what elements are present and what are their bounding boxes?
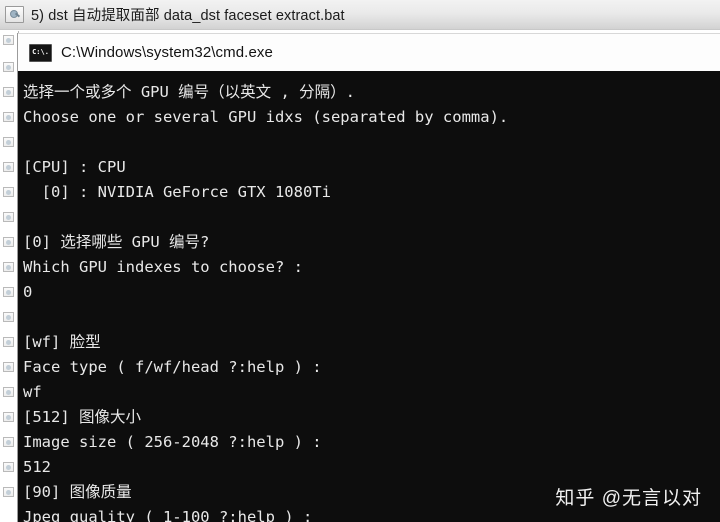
console-line: [0] 选择哪些 GPU 编号?	[23, 233, 210, 251]
file-item-icon	[3, 212, 14, 222]
file-item-icon	[3, 312, 14, 322]
file-item-icon	[3, 62, 14, 72]
file-item-icon	[3, 487, 14, 497]
console-line: 0	[23, 283, 33, 301]
cmd-icon: C:\.	[29, 43, 52, 62]
file-item-icon	[3, 412, 14, 422]
console-line: Which GPU indexes to choose? :	[23, 258, 303, 276]
console-line: [512] 图像大小	[23, 408, 141, 426]
console-line: [wf] 脸型	[23, 333, 101, 351]
console-line-blank	[23, 130, 720, 155]
file-item-icon	[3, 237, 14, 247]
console-line: [CPU] : CPU	[23, 158, 126, 176]
file-item-icon	[3, 35, 14, 45]
file-item-icon	[3, 437, 14, 447]
underlying-file-list-strip	[0, 31, 19, 522]
file-item-icon	[3, 462, 14, 472]
file-item-icon	[3, 187, 14, 197]
console-line: 选择一个或多个 GPU 编号（以英文 , 分隔）.	[23, 83, 355, 101]
file-item-icon	[3, 387, 14, 397]
console-line: wf	[23, 383, 42, 401]
application-icon	[5, 6, 24, 23]
file-item-icon	[3, 112, 14, 122]
console-line-list: 选择一个或多个 GPU 编号（以英文 , 分隔）. Choose one or …	[23, 80, 720, 522]
console-line-blank	[23, 305, 720, 330]
console-line-blank	[23, 205, 720, 230]
console-line: 512	[23, 458, 51, 476]
outer-window-titlebar[interactable]: 5) dst 自动提取面部 data_dst faceset extract.b…	[0, 0, 720, 30]
file-item-icon	[3, 337, 14, 347]
zhihu-watermark: 知乎 @无言以对	[555, 488, 702, 509]
cmd-window-title: C:\Windows\system32\cmd.exe	[61, 44, 273, 61]
console-output-area[interactable]: 选择一个或多个 GPU 编号（以英文 , 分隔）. Choose one or …	[18, 71, 720, 522]
file-item-icon	[3, 162, 14, 172]
cmd-window-titlebar[interactable]: C:\. C:\Windows\system32\cmd.exe	[18, 33, 720, 71]
console-line: [0] : NVIDIA GeForce GTX 1080Ti	[23, 183, 331, 201]
console-line: Image size ( 256-2048 ?:help ) :	[23, 433, 322, 451]
file-item-icon	[3, 87, 14, 97]
outer-window-title: 5) dst 自动提取面部 data_dst faceset extract.b…	[31, 8, 345, 24]
cmd-console-window[interactable]: C:\. C:\Windows\system32\cmd.exe 选择一个或多个…	[18, 33, 720, 522]
console-line: Choose one or several GPU idxs (separate…	[23, 108, 509, 126]
console-line: Face type ( f/wf/head ?:help ) :	[23, 358, 322, 376]
file-item-icon	[3, 262, 14, 272]
file-item-icon	[3, 137, 14, 147]
file-item-icon	[3, 362, 14, 372]
file-item-icon	[3, 287, 14, 297]
